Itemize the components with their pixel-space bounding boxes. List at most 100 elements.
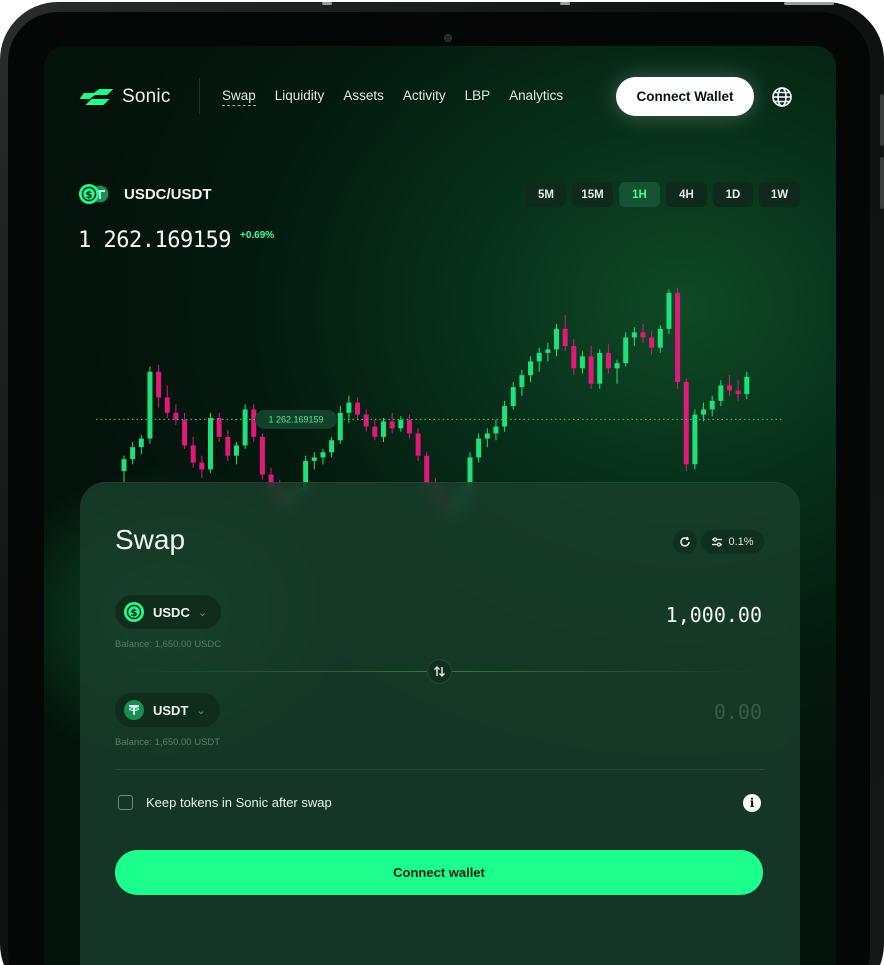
candle-up bbox=[692, 414, 698, 465]
candle-down bbox=[640, 332, 646, 338]
candle-down bbox=[675, 292, 681, 382]
candle-down bbox=[251, 409, 257, 437]
candle-down bbox=[199, 462, 205, 470]
from-token-symbol: USDC bbox=[153, 604, 190, 620]
candle-up bbox=[631, 332, 637, 338]
nav-item-analytics[interactable]: Analytics bbox=[509, 88, 563, 106]
device-button bbox=[322, 2, 332, 5]
candle-down bbox=[588, 356, 594, 384]
candle-up bbox=[709, 400, 715, 410]
connect-wallet-button[interactable]: Connect Wallet bbox=[616, 77, 754, 116]
candle-up bbox=[130, 447, 136, 460]
nav-item-liquidity[interactable]: Liquidity bbox=[275, 88, 325, 106]
candle-up bbox=[744, 376, 750, 394]
info-icon[interactable]: i bbox=[743, 794, 761, 812]
chevron-down-icon: ⌄ bbox=[196, 704, 206, 717]
camera-icon bbox=[444, 34, 452, 42]
candle-up bbox=[121, 459, 127, 472]
to-token-symbol: USDT bbox=[153, 702, 189, 718]
from-amount-input[interactable]: 1,000.00 bbox=[666, 603, 762, 627]
panel-divider bbox=[115, 769, 765, 770]
refresh-button[interactable] bbox=[673, 530, 697, 554]
slippage-button[interactable]: 0.1% bbox=[701, 530, 764, 554]
swap-title: Swap bbox=[115, 524, 186, 555]
candle-up bbox=[233, 445, 239, 456]
device-button bbox=[560, 2, 570, 5]
swap-panel: Swap 0.1% $ USDC ⌄ 1,000.00 Balance: 1,6… bbox=[80, 482, 800, 965]
candle-up bbox=[493, 426, 499, 434]
candle-down bbox=[424, 455, 430, 485]
timeframe-4h[interactable]: 4H bbox=[666, 182, 707, 207]
nav-item-assets[interactable]: Assets bbox=[343, 88, 384, 106]
candle-up bbox=[597, 352, 603, 384]
keep-tokens-option[interactable]: Keep tokens in Sonic after swap bbox=[118, 795, 332, 810]
candle-up bbox=[579, 356, 585, 369]
timeframe-5m[interactable]: 5M bbox=[526, 182, 566, 207]
brand-logo[interactable]: Sonic bbox=[80, 86, 171, 108]
candle-down bbox=[649, 337, 655, 348]
candle-up bbox=[554, 328, 559, 350]
device-button bbox=[880, 94, 884, 146]
candle-down bbox=[562, 328, 568, 346]
price-marker-label: 1 262.169159 bbox=[268, 414, 323, 424]
device-button bbox=[784, 2, 834, 5]
nav-item-swap[interactable]: Swap bbox=[222, 88, 256, 106]
candle-down bbox=[355, 402, 361, 415]
candle-up bbox=[623, 337, 629, 364]
candle-up bbox=[519, 375, 525, 388]
settings-sliders-icon bbox=[712, 537, 723, 547]
timeframe-selector: 5M 15M 1H 4H 1D 1W bbox=[526, 182, 800, 207]
swap-arrows-icon bbox=[434, 666, 445, 677]
candle-up bbox=[398, 419, 404, 429]
slippage-value: 0.1% bbox=[728, 536, 754, 548]
candle-down bbox=[173, 412, 179, 420]
candle-down bbox=[389, 421, 395, 429]
candle-down bbox=[164, 397, 170, 413]
candle-down bbox=[415, 433, 421, 456]
globe-icon[interactable] bbox=[771, 86, 793, 108]
from-balance: Balance: 1,650.00 USDC bbox=[115, 639, 222, 650]
candle-down bbox=[216, 418, 222, 437]
candle-up bbox=[320, 452, 326, 458]
candle-up bbox=[381, 421, 386, 437]
candle-down bbox=[406, 419, 412, 434]
usdt-icon bbox=[124, 700, 144, 720]
candle-up bbox=[311, 457, 317, 461]
candle-up bbox=[528, 361, 534, 376]
connect-wallet-main-button[interactable]: Connect wallet bbox=[115, 850, 763, 895]
timeframe-1h[interactable]: 1H bbox=[619, 182, 660, 207]
candle-up bbox=[701, 409, 707, 415]
to-balance: Balance: 1,650.00 USDT bbox=[115, 737, 221, 748]
candle-down bbox=[735, 390, 741, 394]
candle-up bbox=[536, 352, 542, 362]
timeframe-1w[interactable]: 1W bbox=[759, 182, 800, 207]
candle-down bbox=[156, 371, 162, 398]
timeframe-15m[interactable]: 15M bbox=[572, 182, 613, 207]
candle-down bbox=[259, 436, 265, 475]
from-token-select[interactable]: $ USDC ⌄ bbox=[115, 595, 222, 629]
candle-down bbox=[571, 346, 577, 369]
candle-down bbox=[363, 414, 369, 427]
candle-up bbox=[657, 328, 663, 348]
brand-name: Sonic bbox=[122, 86, 171, 107]
swap-direction-button[interactable] bbox=[427, 659, 452, 684]
keep-tokens-checkbox[interactable] bbox=[118, 795, 133, 810]
candle-up bbox=[346, 402, 352, 413]
candle-up bbox=[208, 418, 213, 470]
candle-down bbox=[225, 436, 231, 456]
to-amount-input[interactable]: 0.00 bbox=[714, 700, 762, 724]
timeframe-1d[interactable]: 1D bbox=[713, 182, 753, 207]
candle-down bbox=[683, 382, 689, 465]
candle-up bbox=[147, 371, 153, 439]
refresh-icon bbox=[680, 536, 690, 547]
app-screen: Sonic Swap Liquidity Assets Activity LBP… bbox=[44, 46, 836, 965]
pair-name: USDC/USDT bbox=[124, 185, 212, 203]
candle-down bbox=[182, 419, 188, 446]
nav-item-activity[interactable]: Activity bbox=[403, 88, 446, 106]
candle-up bbox=[242, 409, 248, 446]
to-token-select[interactable]: USDT ⌄ bbox=[115, 693, 220, 727]
pair-selector[interactable]: $ USDC/USDT bbox=[78, 183, 212, 205]
usdc-icon: $ bbox=[124, 602, 144, 622]
nav-item-lbp[interactable]: LBP bbox=[465, 88, 491, 106]
candle-up bbox=[337, 412, 343, 441]
